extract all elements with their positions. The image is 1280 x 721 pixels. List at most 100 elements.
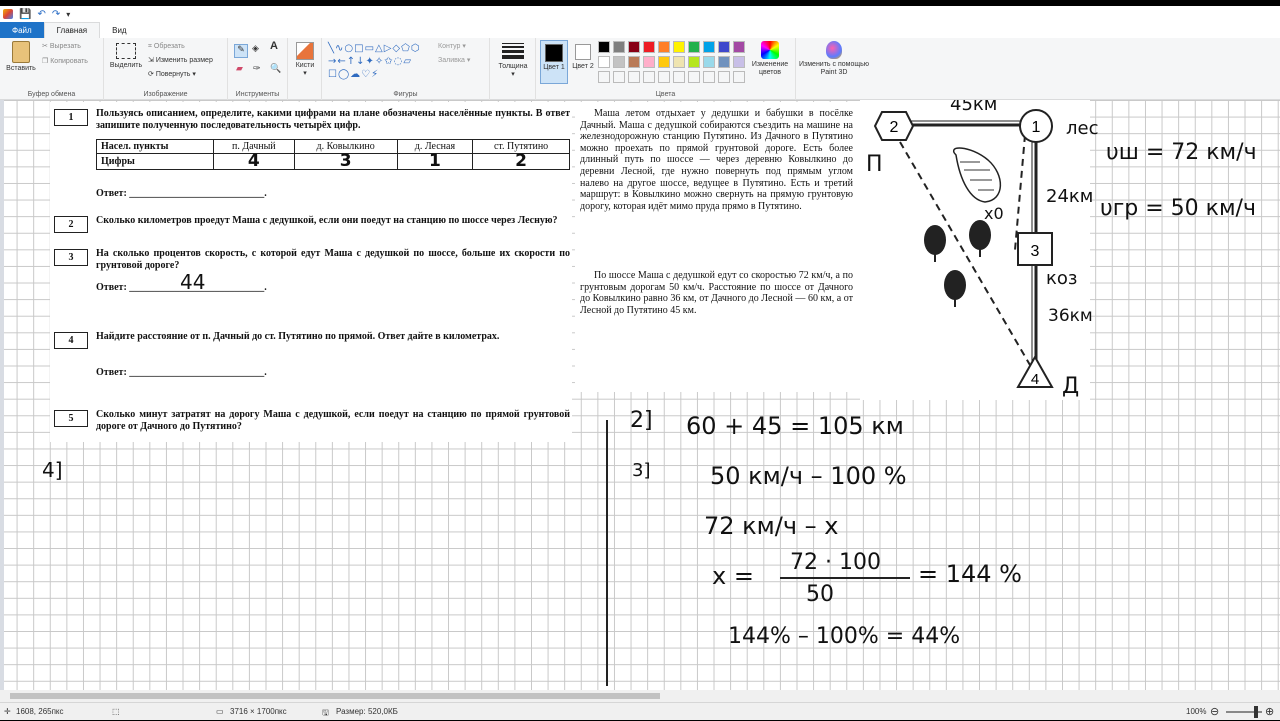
palette-swatch[interactable] bbox=[598, 41, 610, 53]
horizontal-scrollbar[interactable] bbox=[0, 690, 1280, 702]
palette-swatch-empty[interactable] bbox=[658, 71, 670, 83]
palette-swatch[interactable] bbox=[643, 56, 655, 68]
magnifier-tool[interactable]: 🔍 bbox=[270, 64, 281, 73]
answer-line: Ответ: ___________________________. bbox=[96, 188, 267, 199]
group-paint3d: Изменить с помощью Paint 3D bbox=[796, 38, 872, 100]
handwritten-note: лес bbox=[1066, 118, 1099, 139]
handwritten-note: 4] bbox=[42, 458, 63, 482]
group-colors: Цвет 1 Цвет 2 Изменение цветов Цвета bbox=[536, 38, 796, 100]
cursor-icon: ✛ bbox=[4, 707, 11, 716]
palette-swatch[interactable] bbox=[628, 56, 640, 68]
outline-button[interactable]: Контур ▾ bbox=[438, 43, 466, 51]
handwritten-equation: 72 км/ч – x bbox=[704, 512, 839, 540]
group-label: Инструменты bbox=[235, 91, 280, 98]
palette-swatch[interactable] bbox=[688, 41, 700, 53]
shapes-gallery[interactable]: ╲∿○□▭△▷◇⬠⬡ →←↑↓✦✧✩◌▱ ☐◯☁♡⚡ bbox=[328, 42, 428, 84]
palette-swatch-empty[interactable] bbox=[598, 71, 610, 83]
redo-icon[interactable]: ↷ bbox=[52, 9, 60, 20]
tab-file[interactable]: Файл bbox=[0, 22, 44, 38]
table-cell: 1 bbox=[396, 153, 474, 170]
handwritten-answer: 2 bbox=[515, 151, 528, 171]
palette-swatch[interactable] bbox=[718, 41, 730, 53]
fill-button[interactable]: Заливка ▾ bbox=[438, 57, 470, 65]
palette-swatch[interactable] bbox=[628, 41, 640, 53]
palette-swatch[interactable] bbox=[703, 56, 715, 68]
palette-swatch[interactable] bbox=[673, 56, 685, 68]
image-size-icon: ▭ bbox=[216, 707, 224, 716]
palette-swatch[interactable] bbox=[598, 56, 610, 68]
palette-swatch-empty[interactable] bbox=[733, 71, 745, 83]
cut-button[interactable]: ✂ Вырезать bbox=[42, 43, 81, 51]
paint3d-button[interactable]: Изменить с помощью Paint 3D bbox=[799, 41, 869, 77]
palette-swatch[interactable] bbox=[658, 56, 670, 68]
handwritten-note: υгр = 50 км/ч bbox=[1100, 196, 1256, 221]
size-button[interactable]: Толщина ▾ bbox=[496, 43, 530, 79]
palette-swatch[interactable] bbox=[613, 41, 625, 53]
size-label: Толщина bbox=[498, 63, 528, 70]
palette-swatch-empty[interactable] bbox=[673, 71, 685, 83]
palette-swatch-empty[interactable] bbox=[628, 71, 640, 83]
table-row-label: Цифры bbox=[96, 153, 214, 170]
palette-swatch[interactable] bbox=[733, 56, 745, 68]
palette-swatch[interactable] bbox=[613, 56, 625, 68]
color2-label: Цвет 2 bbox=[572, 63, 594, 70]
edit-colors-button[interactable]: Изменение цветов bbox=[746, 41, 794, 77]
task-text: Сколько минут затратят на дорогу Маша с … bbox=[96, 409, 570, 432]
resize-button[interactable]: ⇲ Изменить размер bbox=[148, 57, 213, 65]
rotate-button[interactable]: ⟳ Повернуть ▾ bbox=[148, 71, 196, 79]
palette-swatch-empty[interactable] bbox=[703, 71, 715, 83]
color1-button[interactable]: Цвет 1 bbox=[540, 40, 568, 84]
text-tool[interactable]: A bbox=[270, 41, 278, 52]
selection-icon: ⬚ bbox=[112, 707, 120, 716]
brushes-label: Кисти bbox=[295, 62, 315, 69]
color2-button[interactable]: Цвет 2 bbox=[570, 40, 596, 71]
handwritten-note: 45км bbox=[950, 100, 998, 115]
scrollbar-thumb[interactable] bbox=[10, 693, 660, 699]
palette-swatch[interactable] bbox=[643, 41, 655, 53]
paste-button[interactable]: Вставить bbox=[3, 41, 39, 73]
brushes-button[interactable]: Кисти ▾ bbox=[290, 42, 320, 78]
save-icon[interactable]: 💾 bbox=[19, 9, 31, 20]
customize-qat-icon[interactable]: ▾ bbox=[66, 10, 70, 19]
palette-swatch[interactable] bbox=[673, 41, 685, 53]
group-clipboard: Вставить ✂ Вырезать ❐ Копировать Буфер о… bbox=[0, 38, 104, 100]
cut-label: Вырезать bbox=[49, 43, 81, 50]
palette-swatch[interactable] bbox=[688, 56, 700, 68]
zoom-out-button[interactable]: ⊖ bbox=[1210, 705, 1219, 718]
palette-swatch[interactable] bbox=[658, 41, 670, 53]
cursor-position: 1608, 265пкс bbox=[16, 707, 64, 716]
fill-tool[interactable]: ◈ bbox=[252, 44, 259, 53]
tab-view[interactable]: Вид bbox=[100, 22, 138, 38]
drawing-canvas[interactable]: 1 Пользуясь описанием, определите, каким… bbox=[0, 100, 1280, 690]
palette-swatch-empty[interactable] bbox=[613, 71, 625, 83]
palette-swatch-empty[interactable] bbox=[718, 71, 730, 83]
handwritten-note: П bbox=[866, 152, 883, 177]
hand-divider-line bbox=[606, 420, 608, 686]
edit-colors-label: Изменение цветов bbox=[751, 61, 789, 76]
resize-label: Изменить размер bbox=[155, 57, 213, 64]
group-brushes: Кисти ▾ bbox=[288, 38, 322, 100]
route-map: 2 1 3 4 bbox=[860, 100, 1090, 400]
crop-button[interactable]: ⌗ Обрезать bbox=[148, 43, 185, 51]
handwritten-equation: 50 bbox=[806, 582, 834, 607]
zoom-in-button[interactable]: ⊕ bbox=[1265, 705, 1274, 718]
group-image: Выделить ⌗ Обрезать ⇲ Изменить размер ⟳ … bbox=[104, 38, 228, 100]
handwritten-equation: x = bbox=[712, 562, 754, 590]
eraser-tool[interactable]: ▰ bbox=[236, 64, 243, 73]
palette-swatch[interactable] bbox=[718, 56, 730, 68]
copy-button[interactable]: ❐ Копировать bbox=[42, 58, 88, 66]
color-picker-tool[interactable]: ✑ bbox=[253, 64, 261, 73]
tab-home[interactable]: Главная bbox=[43, 22, 101, 38]
undo-icon[interactable]: ↶ bbox=[37, 9, 45, 20]
palette-swatch[interactable] bbox=[703, 41, 715, 53]
map-node-label: 4 bbox=[1031, 371, 1039, 388]
handwritten-equation: 144% – 100% = 44% bbox=[728, 624, 961, 649]
zoom-slider-thumb[interactable] bbox=[1254, 706, 1258, 718]
palette-swatch-empty[interactable] bbox=[643, 71, 655, 83]
select-button[interactable]: Выделить bbox=[108, 43, 144, 70]
handwritten-answer: 3 bbox=[339, 151, 352, 171]
palette-swatch-empty[interactable] bbox=[688, 71, 700, 83]
group-shapes: ╲∿○□▭△▷◇⬠⬡ →←↑↓✦✧✩◌▱ ☐◯☁♡⚡ Контур ▾ Заливк… bbox=[322, 38, 490, 100]
palette-swatch[interactable] bbox=[733, 41, 745, 53]
pencil-tool[interactable]: ✎ bbox=[234, 44, 248, 58]
